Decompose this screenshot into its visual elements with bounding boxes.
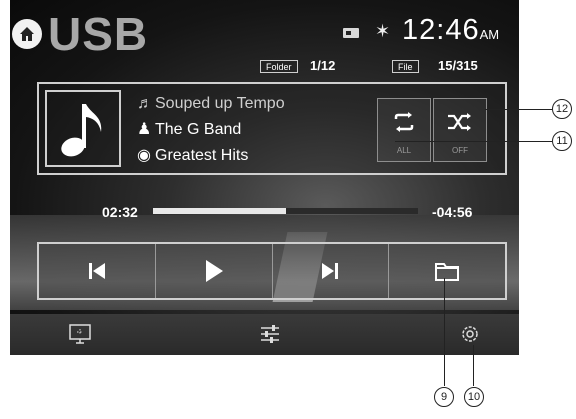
music-note-icon (61, 104, 102, 157)
song-note-icon: ♬ (137, 95, 153, 112)
bluetooth-icon: ✶ (375, 21, 391, 41)
play-icon (205, 260, 223, 282)
folder-button[interactable] (389, 244, 505, 298)
play-button[interactable] (156, 244, 273, 298)
callout-10-line (473, 345, 475, 386)
next-button[interactable] (273, 244, 390, 298)
playback-controls (37, 242, 507, 300)
shuffle-label: OFF (452, 146, 468, 155)
remaining-time: -04:56 (432, 204, 473, 220)
album-row: ◉ Greatest Hits (137, 148, 248, 164)
artist-name: The G Band (155, 121, 242, 138)
callout-12: 12 (552, 99, 572, 119)
callout-9-line (444, 278, 446, 386)
repeat-label: ALL (396, 146, 412, 155)
artist-icon: ♟ (137, 121, 152, 138)
clock-time: 12:46 (402, 14, 480, 46)
home-button[interactable] (12, 19, 42, 49)
callout-12-line (485, 109, 552, 111)
previous-button[interactable] (39, 244, 156, 298)
album-name: Greatest Hits (155, 147, 249, 164)
previous-icon (88, 263, 105, 279)
settings-icon[interactable] (458, 322, 482, 346)
callout-10: 10 (464, 387, 484, 407)
callout-9: 9 (434, 387, 454, 407)
callout-11: 11 (552, 131, 572, 151)
callout-11-line (395, 141, 552, 143)
progress-bar[interactable] (153, 208, 418, 214)
page-title: USB (48, 8, 149, 60)
bottom-bar (10, 314, 519, 355)
file-count: 15/315 (438, 58, 478, 73)
equalizer-icon[interactable] (258, 322, 282, 346)
artist-row: ♟ The G Band (137, 122, 241, 138)
next-icon (322, 263, 339, 279)
file-tag: File (392, 60, 419, 73)
repeat-button[interactable]: ALL (377, 98, 431, 162)
shuffle-button[interactable]: OFF (433, 98, 487, 162)
folder-icon (435, 263, 460, 281)
song-title: Souped up Tempo (155, 95, 285, 112)
elapsed-time: 02:32 (102, 204, 138, 220)
usb-player-screen: USB ✶ 12:46AM Folder 1/12 File 15/315 ♬ S… (10, 0, 519, 355)
folder-tag: Folder (260, 60, 298, 73)
battery-icon (343, 28, 359, 38)
display-icon[interactable] (68, 322, 92, 346)
folder-count: 1/12 (310, 58, 336, 73)
album-art (45, 90, 121, 167)
track-info-panel: ♬ Souped up Tempo ♟ The G Band ◉ Greatest H… (37, 82, 507, 175)
repeat-icon (394, 112, 414, 132)
song-title-row: ♬ Souped up Tempo (137, 96, 285, 112)
clock: 12:46AM (402, 16, 499, 45)
progress-bar-fill (153, 208, 286, 214)
album-icon: ◉ (137, 147, 151, 164)
shuffle-icon (448, 113, 471, 131)
clock-ampm: AM (479, 27, 500, 42)
home-icon (20, 27, 34, 41)
